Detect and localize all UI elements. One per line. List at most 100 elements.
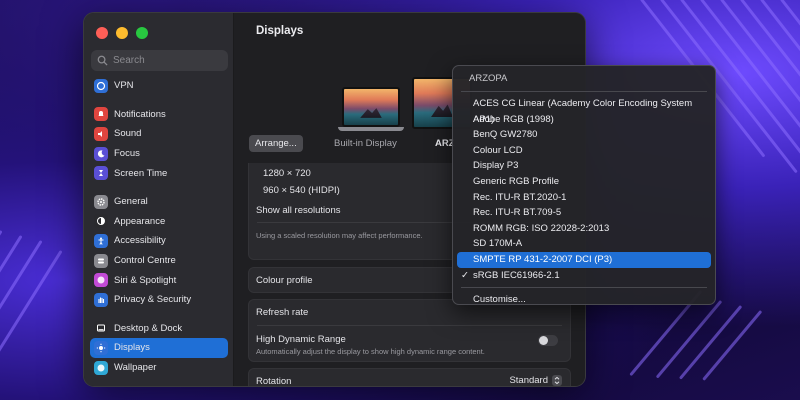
hdr-label: High Dynamic Range	[256, 334, 346, 345]
rotation-row: Rotation Standard	[248, 368, 571, 386]
menu-item-colour-profile[interactable]: ROMM RGB: ISO 22028-2:2013	[457, 221, 711, 237]
dock-icon	[94, 321, 108, 336]
menu-item-colour-profile[interactable]: Colour LCD	[457, 143, 711, 159]
sidebar-item-label: Wallpaper	[114, 362, 157, 374]
wallpaper-stripe	[702, 310, 763, 381]
menu-separator	[461, 91, 707, 92]
sidebar-item-focus[interactable]: Focus	[90, 144, 228, 164]
sidebar-item-wallpaper[interactable]: Wallpaper	[90, 358, 228, 378]
menu-item-label: Colour LCD	[473, 144, 523, 156]
show-all-resolutions[interactable]: Show all resolutions	[256, 205, 341, 216]
hourglass-icon	[94, 166, 108, 181]
arrange-button[interactable]: Arrange...	[249, 135, 303, 152]
menu-item-colour-profile[interactable]: Display P3	[457, 158, 711, 174]
siri-icon	[94, 273, 108, 288]
rotation-value: Standard	[509, 375, 548, 386]
sidebar-item-label: Siri & Spotlight	[114, 274, 177, 286]
sidebar-section-gap	[90, 310, 228, 319]
chevron-updown-icon	[552, 375, 562, 386]
menu-item-customise[interactable]: Customise...	[457, 292, 711, 308]
display-options-panel: Refresh rate High Dynamic Range Automati…	[248, 299, 571, 362]
menu-item-label: SD 170M-A	[473, 238, 523, 250]
sidebar-item-privacy-security[interactable]: Privacy & Security	[90, 290, 228, 310]
accessibility-icon	[94, 233, 108, 248]
minimize-button[interactable]	[116, 27, 128, 39]
rotation-select[interactable]: Standard	[509, 375, 562, 386]
menu-item-colour-profile[interactable]: Rec. ITU-R BT.2020-1	[457, 190, 711, 206]
sidebar-item-label: Appearance	[114, 215, 166, 227]
resolution-option[interactable]: 960 × 540 (HIDPI)	[263, 185, 340, 196]
sidebar-item-screen-time[interactable]: Screen Time	[90, 163, 228, 183]
menu-item-label: Adobe RGB (1998)	[473, 113, 554, 125]
sidebar: VPN Notifications Sound Focus Screen Time Gen…	[84, 13, 234, 386]
sidebar-item-displays[interactable]: Displays	[90, 338, 228, 358]
wallpaper-stripe	[0, 250, 63, 379]
sidebar-item-vpn[interactable]: VPN	[90, 76, 228, 96]
wallpaper-icon	[94, 360, 108, 375]
moon-icon	[94, 146, 108, 161]
sidebar-item-label: Accessibility	[114, 235, 166, 247]
sidebar-item-label: Displays	[114, 342, 150, 354]
wallpaper-stripe	[740, 0, 800, 190]
menu-header: ARZOPA	[469, 73, 508, 84]
search-field[interactable]	[91, 50, 228, 71]
menu-item-colour-profile[interactable]: Rec. ITU-R BT.709-5	[457, 205, 711, 221]
menu-item-colour-profile[interactable]: SD 170M-A	[457, 236, 711, 252]
menu-item-label: Rec. ITU-R BT.2020-1	[473, 191, 567, 203]
sidebar-item-label: Focus	[114, 148, 140, 160]
search-icon	[97, 55, 108, 66]
menu-item-colour-profile[interactable]: Adobe RGB (1998)	[457, 112, 711, 128]
sidebar-item-sound[interactable]: Sound	[90, 124, 228, 144]
close-button[interactable]	[96, 27, 108, 39]
divider	[257, 325, 562, 326]
resolution-option[interactable]: 1280 × 720	[263, 168, 311, 179]
sidebar-item-control-centre[interactable]: Control Centre	[90, 251, 228, 271]
checkmark-icon: ✓	[461, 269, 469, 281]
menu-item-label: BenQ GW2780	[473, 129, 538, 141]
wallpaper-stripe	[0, 235, 23, 377]
menu-items: ACES CG Linear (Academy Color Encoding S…	[453, 96, 715, 283]
search-input[interactable]	[113, 55, 223, 66]
sidebar-item-label: Desktop & Dock	[114, 322, 183, 334]
resolution-note: Using a scaled resolution may affect per…	[256, 231, 423, 240]
sidebar-item-label: Notifications	[114, 108, 166, 120]
bell-icon	[94, 107, 108, 122]
menu-item-colour-profile[interactable]: SMPTE RP 431-2-2007 DCI (P3)	[457, 251, 711, 268]
builtin-display-thumbnail[interactable]	[338, 87, 404, 133]
refresh-rate-label: Refresh rate	[256, 307, 309, 318]
appearance-icon	[94, 214, 108, 229]
sidebar-item-label: Sound	[114, 128, 142, 140]
sidebar-item-label: Control Centre	[114, 255, 176, 267]
sidebar-section-gap	[90, 96, 228, 105]
colour-profile-label: Colour profile	[256, 275, 313, 286]
sidebar-item-general[interactable]: General	[90, 192, 228, 212]
vpn-icon	[94, 78, 108, 93]
menu-item-label: Rec. ITU-R BT.709-5	[473, 207, 562, 219]
sidebar-list: VPN Notifications Sound Focus Screen Time Gen…	[90, 76, 228, 377]
hdr-description: Automatically adjust the display to show…	[256, 347, 485, 356]
zoom-button[interactable]	[136, 27, 148, 39]
hdr-toggle[interactable]	[538, 335, 558, 346]
sidebar-item-desktop-dock[interactable]: Desktop & Dock	[90, 319, 228, 339]
sidebar-item-siri-spotlight[interactable]: Siri & Spotlight	[90, 270, 228, 290]
builtin-display-label[interactable]: Built-in Display	[334, 138, 397, 149]
sidebar-item-appearance[interactable]: Appearance	[90, 212, 228, 232]
menu-item-label: ROMM RGB: ISO 22028-2:2013	[473, 222, 610, 234]
speaker-icon	[94, 126, 108, 141]
menu-item-colour-profile[interactable]: ACES CG Linear (Academy Color Encoding S…	[457, 96, 711, 125]
hand-icon	[94, 292, 108, 307]
menu-item-label: Display P3	[473, 160, 519, 172]
window-controls	[96, 27, 148, 39]
menu-item-label: SMPTE RP 431-2-2007 DCI (P3)	[473, 253, 613, 265]
sidebar-item-label: General	[114, 196, 148, 208]
menu-separator	[461, 287, 707, 289]
gear-icon	[94, 194, 108, 209]
sun-icon	[94, 340, 108, 355]
sidebar-item-accessibility[interactable]: Accessibility	[90, 231, 228, 251]
menu-item-label: Generic RGB Profile	[473, 175, 560, 187]
sidebar-item-notifications[interactable]: Notifications	[90, 105, 228, 125]
colour-profile-menu: ARZOPA ACES CG Linear (Academy Color Enc…	[452, 65, 716, 305]
menu-item-colour-profile[interactable]: Generic RGB Profile	[457, 174, 711, 190]
menu-item-colour-profile[interactable]: ✓ sRGB IEC61966-2.1	[457, 268, 711, 284]
menu-item-colour-profile[interactable]: BenQ GW2780	[457, 127, 711, 143]
